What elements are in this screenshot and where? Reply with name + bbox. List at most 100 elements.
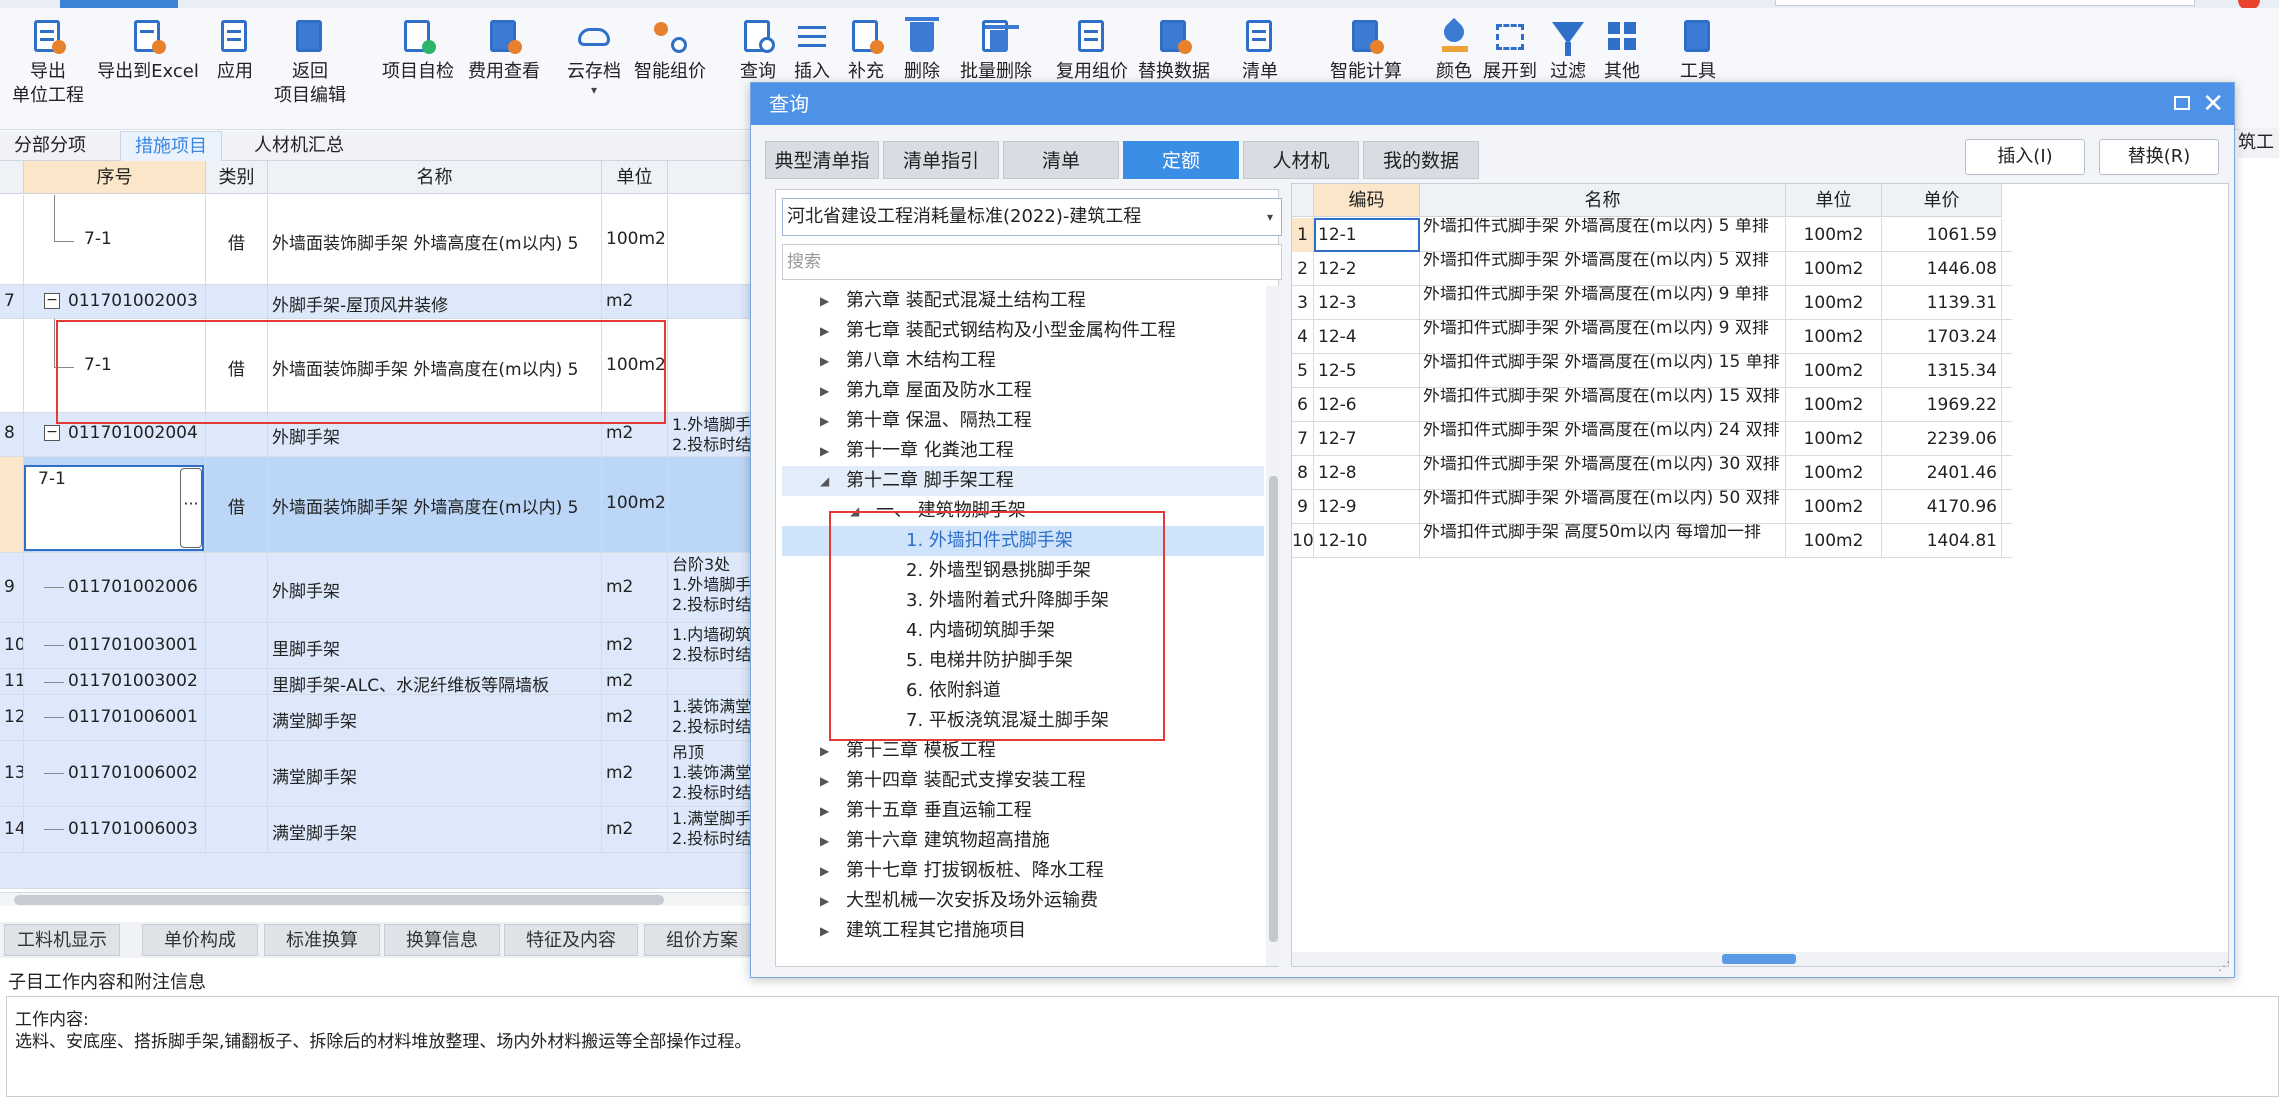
delete-button[interactable]: 删除 (902, 17, 942, 84)
tab-my-data[interactable]: 我的数据 (1363, 141, 1479, 179)
expand-arrow-icon[interactable]: ▶ (820, 286, 829, 316)
result-row-number[interactable]: 8 (1292, 456, 1314, 490)
result-row-number[interactable]: 4 (1292, 320, 1314, 354)
standard-select[interactable]: 河北省建设工程消耗量标准(2022)-建筑工程 ▾ (782, 198, 1282, 236)
type-cell[interactable] (206, 413, 268, 456)
desc-cell[interactable]: 吊顶 1.装饰满堂 2.投标时结 (668, 741, 760, 806)
type-cell[interactable]: 借 (206, 319, 268, 412)
tree-node[interactable]: 5. 电梯井防护脚手架 (782, 646, 1264, 676)
batch-delete-button[interactable]: 批量删除 (956, 18, 1036, 84)
name-cell[interactable]: 满堂脚手架 (268, 807, 602, 852)
result-name-cell[interactable]: 外墙扣件式脚手架 外墙高度在(m以内) 15 单排 (1420, 354, 1786, 388)
desc-cell[interactable] (668, 319, 760, 412)
work-content-box[interactable]: 工作内容: 选料、安底座、搭拆脚手架,铺翻板子、拆除后的材料堆放整理、场内外材料… (6, 996, 2279, 1097)
tree-node[interactable]: ◢ 第十二章 脚手架工程 (782, 466, 1264, 496)
type-cell[interactable] (206, 285, 268, 318)
type-cell[interactable]: 借 (206, 457, 268, 552)
tab-features-content[interactable]: 特征及内容 (504, 924, 638, 956)
result-name-cell[interactable]: 外墙扣件式脚手架 外墙高度在(m以内) 9 双排 (1420, 320, 1786, 354)
result-row-number[interactable]: 10 (1292, 524, 1314, 558)
result-code-cell[interactable]: 12-4 (1314, 320, 1420, 354)
tree-node[interactable]: ▶ 建筑工程其它措施项目 (782, 916, 1264, 946)
replace-data-button[interactable]: 替换数据 (1134, 18, 1214, 84)
result-row-selected[interactable]: 1 12-1 外墙扣件式脚手架 外墙高度在(m以内) 5 单排 100m2 1061.5… (1292, 218, 2012, 252)
tree-node[interactable]: ▶ 第八章 木结构工程 (782, 346, 1264, 376)
table-row[interactable]: 11 011701003002 里脚手架-ALC、水泥纤维板等隔墙板 m2 (0, 669, 760, 695)
result-row[interactable]: 5 12-5 外墙扣件式脚手架 外墙高度在(m以内) 15 单排 100m2 1315.… (1292, 354, 2012, 388)
results-header-price[interactable]: 单价 (1882, 184, 2002, 217)
result-code-cell[interactable]: 12-5 (1314, 354, 1420, 388)
desc-cell[interactable]: 1.满堂脚手 2.投标时结 (668, 807, 760, 852)
seq-cell[interactable]: − 011701002004 (24, 413, 206, 456)
table-row[interactable]: 7 − 011701002003 外脚手架-屋顶风井装修 m2 (0, 285, 760, 319)
tab-sections[interactable]: 分部分项 (0, 131, 100, 161)
tree-node[interactable]: 2. 外墙型钢悬挑脚手架 (782, 556, 1264, 586)
supplement-button[interactable]: 补充 (846, 18, 886, 84)
desc-cell[interactable]: 1.装饰满堂 2.投标时结 (668, 695, 760, 740)
expand-arrow-icon[interactable]: ▶ (820, 436, 829, 466)
result-price-cell[interactable]: 1139.31 (1882, 286, 2002, 320)
result-code-cell[interactable]: 12-6 (1314, 388, 1420, 422)
result-row[interactable]: 2 12-2 外墙扣件式脚手架 外墙高度在(m以内) 5 双排 100m2 1446.0… (1292, 252, 2012, 286)
resize-grip-icon[interactable]: ⋰ (2218, 959, 2230, 973)
other-button[interactable]: 其他 (1600, 18, 1644, 84)
seq-cell[interactable]: 7-1 (24, 195, 206, 284)
result-price-cell[interactable]: 1969.22 (1882, 388, 2002, 422)
seq-cell[interactable]: 011701006001 (24, 695, 206, 740)
result-row-number[interactable]: 5 (1292, 354, 1314, 388)
table-row[interactable] (0, 853, 760, 889)
result-price-cell[interactable]: 4170.96 (1882, 490, 2002, 524)
result-name-cell[interactable]: 外墙扣件式脚手架 外墙高度在(m以内) 9 单排 (1420, 286, 1786, 320)
table-row[interactable]: 8 − 011701002004 外脚手架 m2 1.外墙脚手 2.投标时结 (0, 413, 760, 457)
grid-header-unit[interactable]: 单位 (602, 161, 668, 194)
seq-cell[interactable]: 011701003002 (24, 669, 206, 694)
tools-button[interactable]: 工具 (1676, 18, 1720, 84)
tab-pricing-plan[interactable]: 组价方案 (644, 924, 760, 956)
result-price-cell[interactable]: 1061.59 (1882, 218, 2002, 252)
grid-header-seq[interactable]: 序号 (24, 161, 206, 194)
tree-node[interactable]: ▶ 第十六章 建筑物超高措施 (782, 826, 1264, 856)
unit-cell[interactable]: m2 (602, 669, 668, 694)
desc-cell[interactable] (668, 285, 760, 318)
tab-labor-material-summary[interactable]: 人材机汇总 (240, 131, 358, 161)
result-name-cell[interactable]: 外墙扣件式脚手架 外墙高度在(m以内) 5 双排 (1420, 252, 1786, 286)
tab-material-display[interactable]: 工料机显示 (4, 924, 120, 956)
desc-cell[interactable] (668, 195, 760, 284)
result-row-number[interactable]: 9 (1292, 490, 1314, 524)
name-cell[interactable]: 满堂脚手架 (268, 741, 602, 806)
tree-node[interactable]: ▶ 第十五章 垂直运输工程 (782, 796, 1264, 826)
result-unit-cell[interactable]: 100m2 (1786, 252, 1882, 286)
desc-cell[interactable]: 1.内墙砌筑 2.投标时结 (668, 623, 760, 668)
insert-button[interactable]: 插入(I) (1965, 139, 2085, 175)
result-price-cell[interactable]: 2401.46 (1882, 456, 2002, 490)
results-horizontal-scrollbar[interactable] (1292, 952, 2228, 966)
tab-measures[interactable]: 措施项目 (120, 131, 222, 161)
expand-arrow-icon[interactable]: ▶ (820, 316, 829, 346)
close-icon[interactable]: ✕ (2202, 87, 2224, 121)
list-button[interactable]: 清单 (1238, 18, 1282, 84)
unit-cell[interactable]: 100m2 (602, 195, 668, 284)
expand-arrow-icon[interactable]: ▶ (820, 796, 829, 826)
tree-node[interactable]: 6. 依附斜道 (782, 676, 1264, 706)
name-cell[interactable]: 外墙面装饰脚手架 外墙高度在(m以内) 5 (268, 319, 602, 412)
tree-node[interactable]: ▶ 第六章 装配式混凝土结构工程 (782, 286, 1264, 316)
seq-cell[interactable]: 011701002006 (24, 553, 206, 622)
result-row-number[interactable]: 2 (1292, 252, 1314, 286)
active-menu-tab[interactable] (60, 0, 178, 8)
tab-quota[interactable]: 定额 (1123, 141, 1239, 179)
result-unit-cell[interactable]: 100m2 (1786, 320, 1882, 354)
name-cell[interactable]: 外脚手架-屋顶风井装修 (268, 285, 602, 318)
result-price-cell[interactable]: 1446.08 (1882, 252, 2002, 286)
tree-node[interactable]: ▶ 第十三章 模板工程 (782, 736, 1264, 766)
results-header-unit[interactable]: 单位 (1786, 184, 1882, 217)
tab-labor-material[interactable]: 人材机 (1243, 141, 1359, 179)
ellipsis-button[interactable]: ··· (180, 468, 202, 548)
seq-cell[interactable]: 7-1 (24, 319, 206, 412)
result-code-cell[interactable]: 12-8 (1314, 456, 1420, 490)
name-cell[interactable]: 里脚手架-ALC、水泥纤维板等隔墙板 (268, 669, 602, 694)
unit-cell[interactable]: 100m2 (602, 319, 668, 412)
tree-node[interactable]: ◢ 一、 建筑物脚手架 (782, 496, 1264, 526)
type-cell[interactable] (206, 553, 268, 622)
self-check-button[interactable]: 项目自检 (378, 18, 458, 84)
result-unit-cell[interactable]: 100m2 (1786, 286, 1882, 320)
